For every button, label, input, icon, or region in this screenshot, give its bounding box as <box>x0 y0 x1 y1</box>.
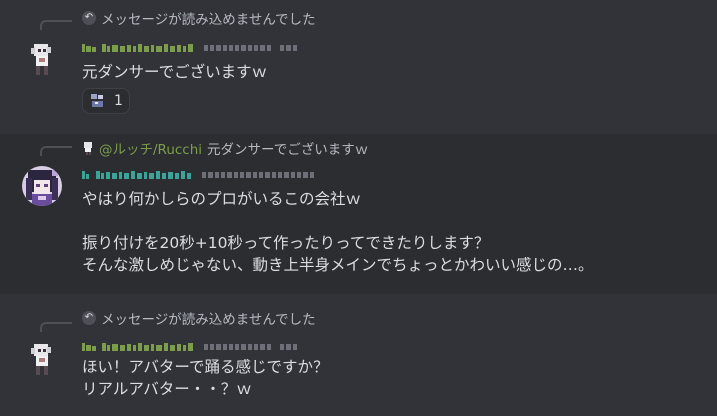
timestamp[interactable] <box>202 170 320 180</box>
message-content: ほい！アバターで踊る感じですか？ リアルアバター・・？ｗ <box>82 358 329 398</box>
reply-text: メッセージが読み込めませんでした <box>101 12 316 28</box>
reply-preview[interactable]: ↶ メッセージが読み込めませんでした <box>82 309 316 328</box>
reply-preview[interactable]: @ルッチ/Rucchi 元ダンサーでございますｗ <box>82 138 369 158</box>
message-content: やはり何かしらのプロがいるこの会社ｗ 振り付けを20秒+10秒って作ったりってで… <box>82 190 594 274</box>
timestamp[interactable] <box>204 342 308 352</box>
sticker-emoji-icon <box>91 94 103 107</box>
timestamp[interactable] <box>204 43 308 53</box>
reaction-count: 1 <box>114 93 123 109</box>
username[interactable] <box>82 342 194 352</box>
chat-message[interactable]: @ルッチ/Rucchi 元ダンサーでございますｗ やはり何かしらのプロがいるこの… <box>0 134 717 294</box>
message-content: 元ダンサーでございますｗ <box>82 63 268 81</box>
reaction-button[interactable]: 1 <box>82 88 130 114</box>
username[interactable] <box>82 43 194 53</box>
reply-avatar-icon <box>82 141 94 155</box>
reply-text: メッセージが読み込めませんでした <box>101 312 316 328</box>
username[interactable] <box>82 170 192 180</box>
chat-message[interactable]: ↶ メッセージが読み込めませんでした <box>0 0 717 122</box>
reply-arrow-icon: ↶ <box>82 11 96 25</box>
reply-text: 元ダンサーでございますｗ <box>207 142 369 158</box>
message-header <box>82 339 308 355</box>
reply-username[interactable]: @ルッチ/Rucchi <box>99 138 202 158</box>
reply-connector <box>40 146 72 156</box>
avatar[interactable] <box>22 38 62 78</box>
reply-connector <box>40 20 72 30</box>
reply-arrow-icon: ↶ <box>82 311 96 325</box>
chat-message[interactable]: ↶ メッセージが読み込めませんでした <box>0 304 717 416</box>
reply-connector <box>40 322 72 332</box>
message-header <box>82 40 308 56</box>
avatar[interactable] <box>22 166 62 206</box>
avatar[interactable] <box>22 338 62 378</box>
message-header <box>82 167 320 183</box>
chat-message-list: ↶ メッセージが読み込めませんでした 元ダンサーでございますｗ 1 @ルッチ/R… <box>0 0 717 416</box>
reply-preview[interactable]: ↶ メッセージが読み込めませんでした <box>82 9 316 28</box>
